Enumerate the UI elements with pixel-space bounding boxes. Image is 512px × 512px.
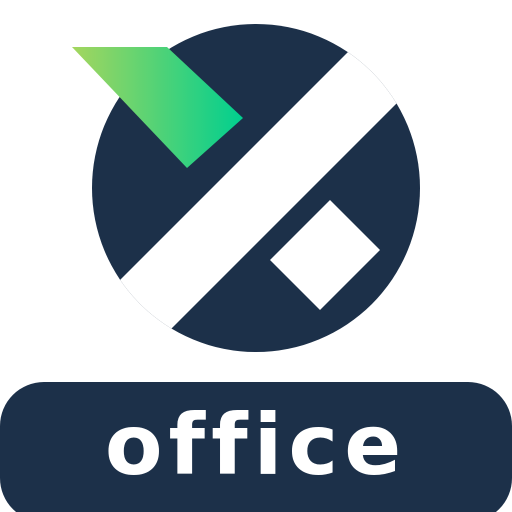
app-label: office xyxy=(104,396,408,494)
logo-circle xyxy=(92,24,420,352)
app-icon: office xyxy=(0,0,512,512)
